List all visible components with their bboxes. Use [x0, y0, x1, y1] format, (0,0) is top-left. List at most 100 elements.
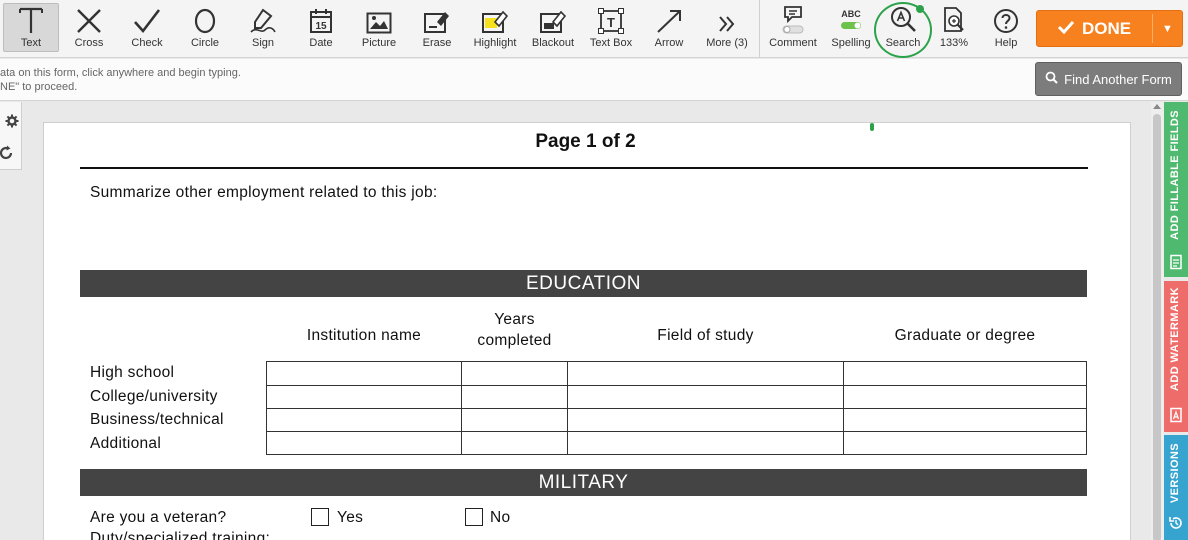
- arrow-tool[interactable]: Arrow: [642, 0, 696, 58]
- table-cell[interactable]: [844, 362, 1086, 385]
- cross-tool-label: Cross: [74, 37, 104, 49]
- row-label-college: College/university: [90, 388, 218, 405]
- picture-icon: [352, 0, 406, 34]
- table-cell[interactable]: [462, 409, 567, 431]
- military-section-header: MILITARY: [80, 469, 1087, 496]
- scroll-up-arrow[interactable]: [1153, 104, 1161, 109]
- vertical-scrollbar[interactable]: [1151, 102, 1164, 540]
- erase-tool[interactable]: Erase: [410, 0, 464, 58]
- spelling-icon-text: ABC: [841, 9, 861, 19]
- table-cell[interactable]: [568, 362, 843, 385]
- military-title: MILITARY: [538, 471, 629, 493]
- comment-toggle-icon: [765, 0, 821, 34]
- veteran-yes-label: Yes: [337, 509, 364, 526]
- table-cell[interactable]: [568, 409, 843, 431]
- picture-tool-label: Picture: [361, 37, 397, 49]
- search-highlight-dot: [916, 5, 924, 13]
- blackout-tool[interactable]: Blackout: [526, 0, 580, 58]
- table-cell[interactable]: [844, 409, 1086, 431]
- cross-tool[interactable]: Cross: [62, 0, 116, 58]
- veteran-no-checkbox[interactable]: [465, 508, 483, 526]
- find-another-form-label: Find Another Form: [1064, 71, 1172, 87]
- table-cell[interactable]: [462, 362, 567, 385]
- help-tool[interactable]: Help: [980, 0, 1032, 58]
- cross-icon: [62, 0, 116, 34]
- education-title: EDUCATION: [526, 272, 641, 294]
- education-table: [266, 361, 1087, 455]
- highlight-tool[interactable]: Highlight: [468, 0, 522, 58]
- zoom-level-label: 133%: [939, 37, 969, 49]
- arrow-icon: [642, 0, 696, 34]
- table-cell[interactable]: [267, 362, 461, 385]
- help-tool-label: Help: [994, 37, 1018, 49]
- done-main-button[interactable]: DONE: [1037, 11, 1152, 46]
- table-cell[interactable]: [568, 386, 843, 408]
- spelling-tool[interactable]: ABC Spelling: [823, 0, 879, 58]
- find-another-form-button[interactable]: Find Another Form: [1035, 62, 1182, 96]
- erase-tool-label: Erase: [422, 37, 452, 49]
- zoom-tool[interactable]: 133%: [930, 0, 978, 58]
- more-tool[interactable]: More (3): [700, 0, 754, 58]
- instruction-bar: ata on this form, click anywhere and beg…: [0, 59, 1188, 101]
- calendar-icon: 15: [294, 0, 348, 34]
- circle-icon: [178, 0, 232, 34]
- table-cell[interactable]: [844, 432, 1086, 454]
- table-cell[interactable]: [844, 386, 1086, 408]
- instruction-text: ata on this form, click anywhere and beg…: [0, 67, 241, 93]
- table-cell[interactable]: [267, 409, 461, 431]
- fillable-fields-icon: [1168, 254, 1184, 270]
- scrollbar-thumb[interactable]: [1153, 114, 1161, 540]
- row-label-business-technical: Business/technical: [90, 411, 224, 428]
- zoom-document-icon: [930, 0, 978, 34]
- versions-label: VERSIONS: [1169, 443, 1181, 504]
- textbox-icon-letter: T: [607, 15, 615, 30]
- veteran-yes-checkbox[interactable]: [311, 508, 329, 526]
- magnifier-icon: [1045, 71, 1058, 87]
- spelling-tool-label: Spelling: [831, 37, 871, 49]
- date-tool[interactable]: 15 Date: [294, 0, 348, 58]
- blackout-icon: [526, 0, 580, 34]
- veteran-question: Are you a veteran?: [90, 509, 227, 526]
- text-tool[interactable]: Text: [3, 3, 59, 52]
- sign-tool[interactable]: Sign: [236, 0, 290, 58]
- check-tool[interactable]: Check: [120, 0, 174, 58]
- toolbar: Text Cross Check Circle Sign 15 Date Pic…: [0, 0, 1188, 58]
- sign-tool-label: Sign: [251, 37, 275, 49]
- gear-icon[interactable]: [3, 112, 21, 130]
- comment-tool[interactable]: Comment: [765, 0, 821, 58]
- double-chevron-right-icon: [700, 0, 754, 34]
- add-watermark-label: ADD WATERMARK: [1169, 287, 1181, 391]
- veteran-no-label: No: [490, 509, 511, 526]
- col-years-completed: Years completed: [477, 311, 552, 349]
- table-cell[interactable]: [568, 432, 843, 454]
- cursor-marker: [870, 123, 874, 131]
- check-tool-label: Check: [131, 37, 163, 49]
- done-dropdown-toggle[interactable]: ▼: [1153, 11, 1182, 46]
- highlighter-icon: [468, 0, 522, 34]
- summary-input-area[interactable]: [80, 206, 1087, 264]
- table-cell[interactable]: [267, 386, 461, 408]
- more-tool-label: More (3): [706, 37, 748, 49]
- textbox-icon: T: [584, 0, 638, 34]
- left-mini-panel: [0, 102, 22, 170]
- add-fillable-fields-tab[interactable]: ADD FILLABLE FIELDS: [1164, 102, 1188, 277]
- col-graduate-or-degree: Graduate or degree: [894, 327, 1036, 344]
- page-number-heading: Page 1 of 2: [535, 131, 636, 152]
- highlight-tool-label: Highlight: [473, 37, 517, 49]
- picture-tool[interactable]: Picture: [352, 0, 406, 58]
- table-cell[interactable]: [462, 386, 567, 408]
- calendar-icon-day: 15: [315, 21, 327, 32]
- comment-tool-label: Comment: [769, 37, 817, 49]
- table-cell[interactable]: [462, 432, 567, 454]
- done-button[interactable]: DONE ▼: [1036, 10, 1183, 47]
- circle-tool[interactable]: Circle: [178, 0, 232, 58]
- rotate-icon[interactable]: [0, 144, 15, 162]
- add-watermark-tab[interactable]: ADD WATERMARK: [1164, 281, 1188, 432]
- versions-tab[interactable]: VERSIONS: [1164, 435, 1188, 540]
- textbox-tool[interactable]: T Text Box: [584, 0, 638, 58]
- col-field-of-study: Field of study: [657, 327, 754, 344]
- toolbar-divider: [759, 0, 760, 58]
- table-cell[interactable]: [267, 432, 461, 454]
- help-icon: [980, 0, 1032, 34]
- check-icon: [120, 0, 174, 34]
